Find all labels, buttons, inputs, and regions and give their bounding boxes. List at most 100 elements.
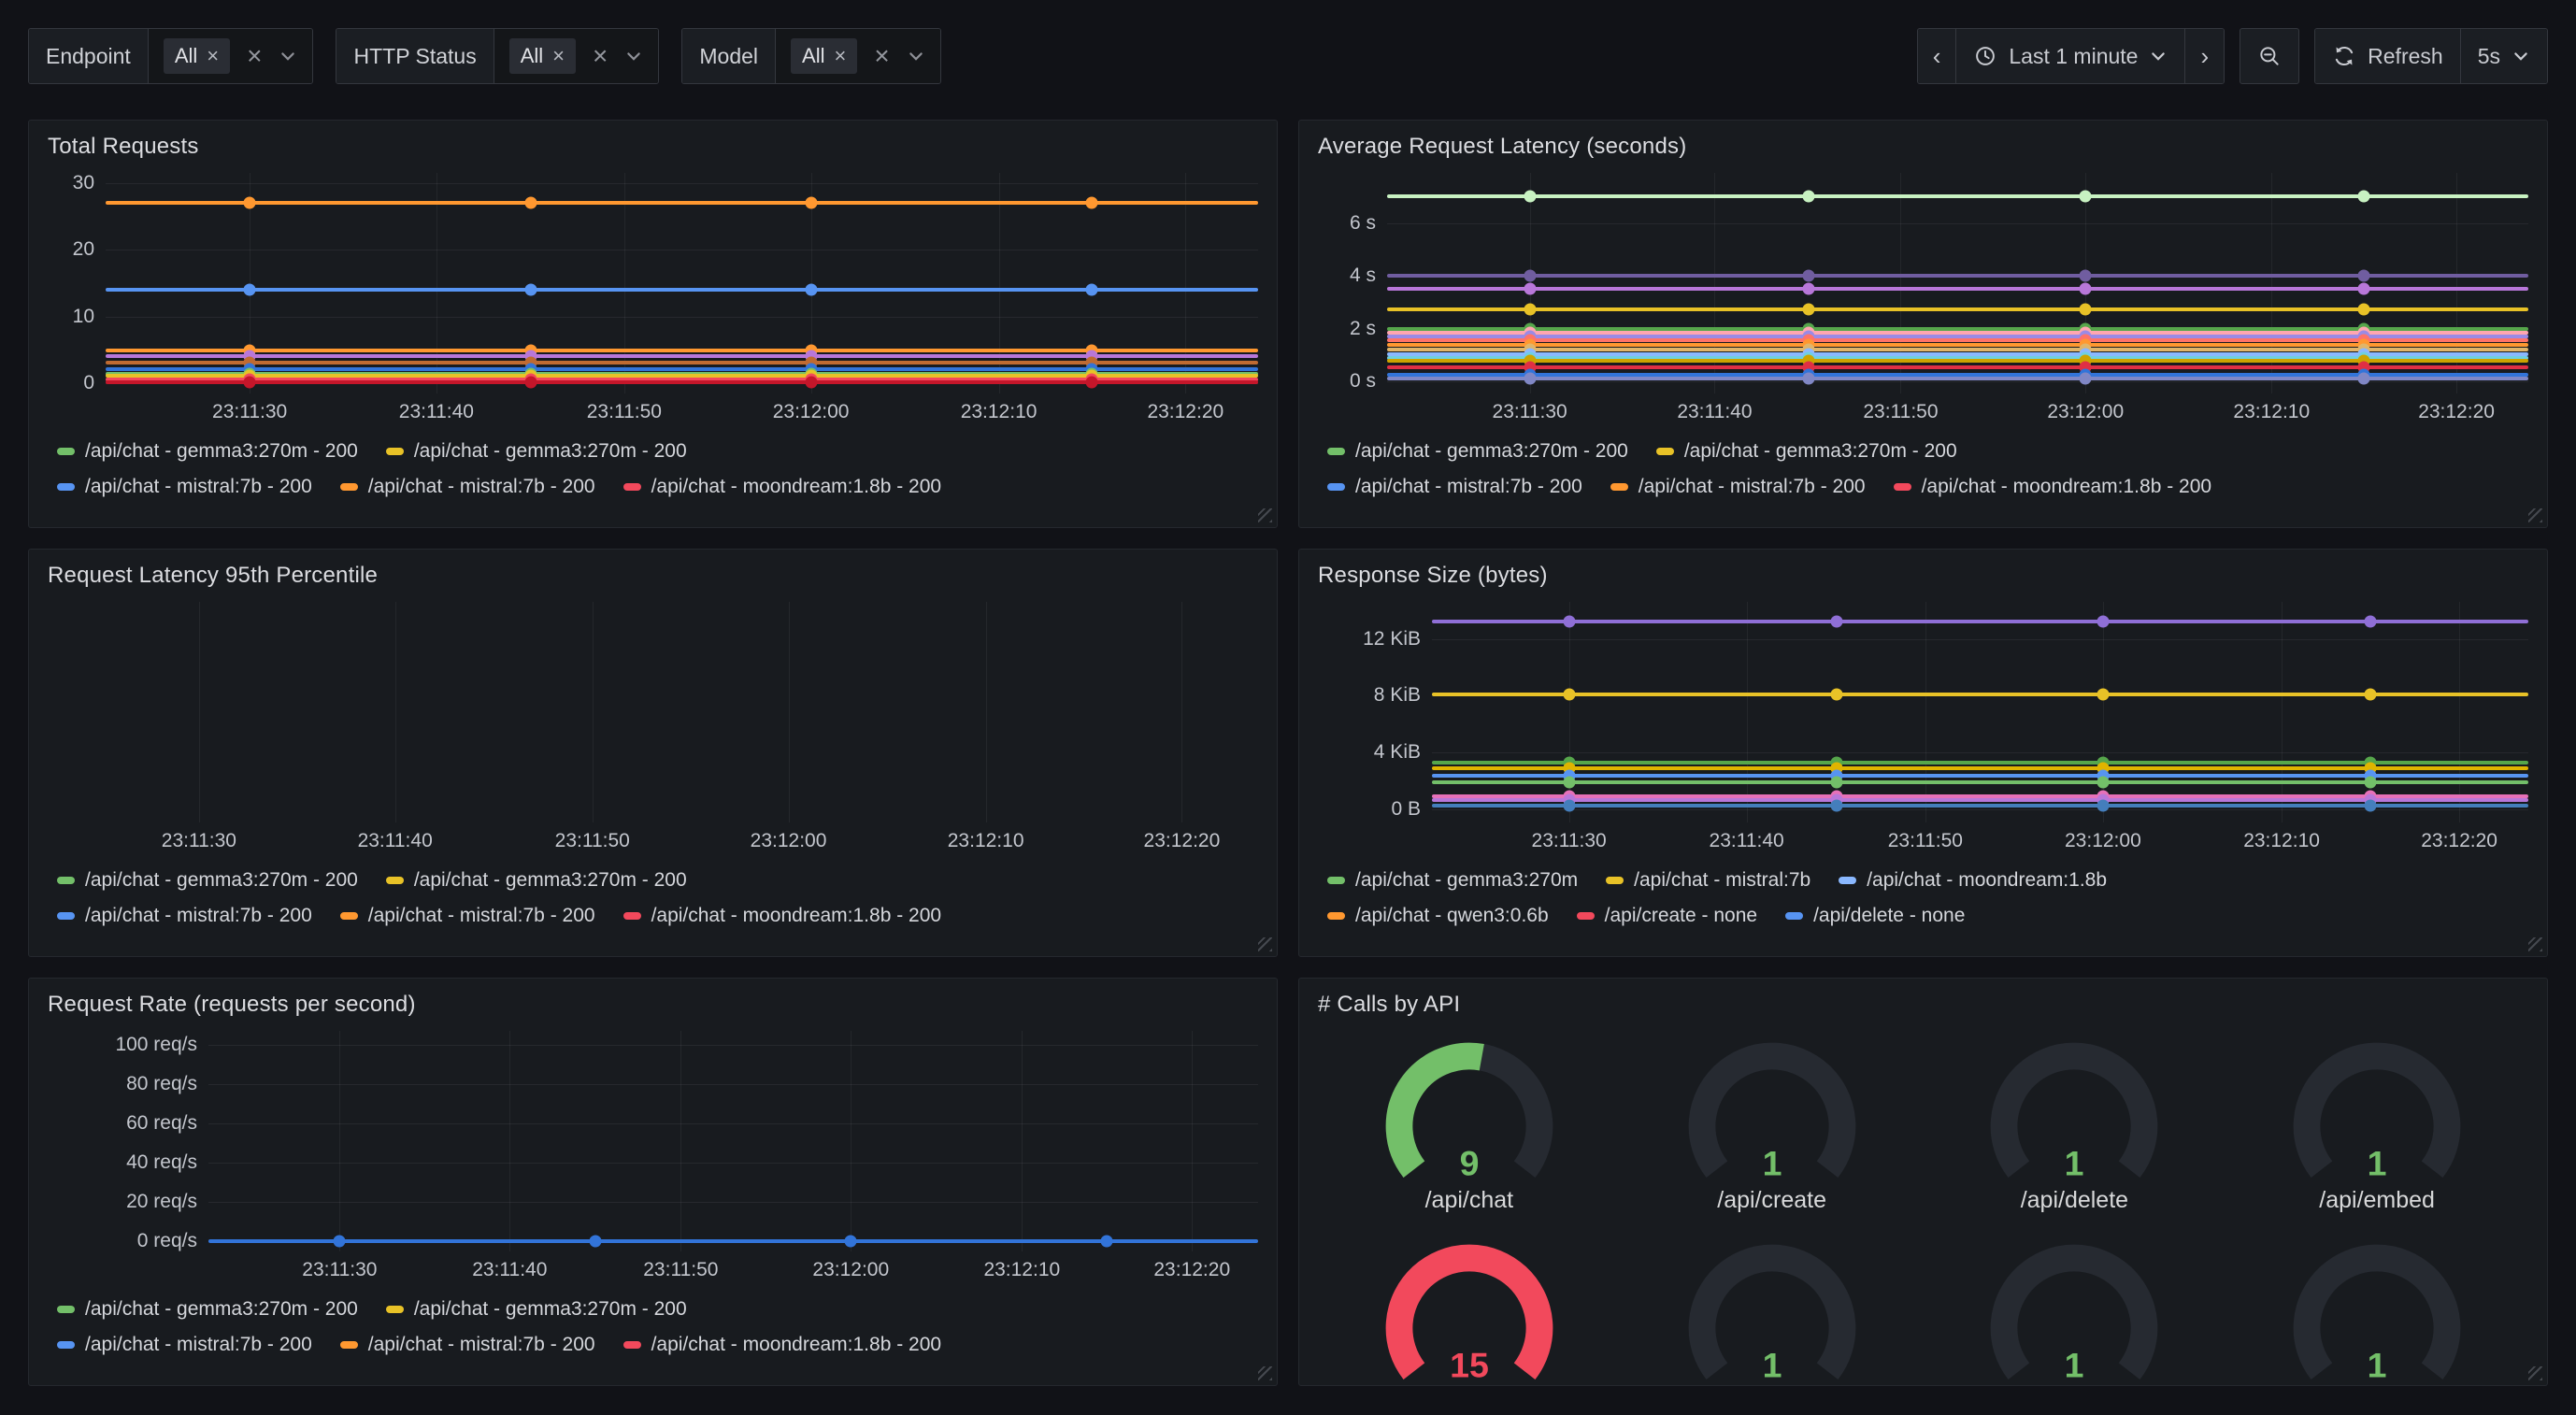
legend-item[interactable]: /api/chat - gemma3:270m - 200 bbox=[57, 1298, 358, 1321]
gauge-arc: 1 bbox=[2266, 1235, 2488, 1386]
plot-canvas bbox=[1432, 602, 2528, 822]
panel-resize-handle[interactable] bbox=[2528, 937, 2542, 951]
series-point bbox=[1086, 197, 1098, 209]
remove-chip-icon[interactable]: × bbox=[207, 46, 219, 66]
legend-marker bbox=[340, 483, 358, 491]
panel-resize-handle[interactable] bbox=[1258, 508, 1272, 522]
timeseries-chart: 0 req/s20 req/s40 req/s60 req/s80 req/s1… bbox=[48, 1031, 1258, 1356]
legend-item[interactable]: /api/chat - gemma3:270m - 200 bbox=[1656, 440, 1957, 463]
legend-item[interactable]: /api/chat - moondream:1.8b - 200 bbox=[1894, 476, 2212, 498]
gauge[interactable]: 15/api/generate bbox=[1318, 1235, 1621, 1386]
legend-item[interactable]: /api/chat - mistral:7b - 200 bbox=[1327, 476, 1582, 498]
legend-item[interactable]: /api/chat - gemma3:270m bbox=[1327, 869, 1578, 892]
chevron-down-icon[interactable] bbox=[624, 47, 643, 65]
legend-item[interactable]: /api/chat - moondream:1.8b - 200 bbox=[623, 905, 942, 927]
filter-value-area[interactable]: All × × bbox=[149, 29, 313, 83]
legend-item[interactable]: /api/chat - gemma3:270m - 200 bbox=[57, 440, 358, 463]
legend-item[interactable]: /api/chat - gemma3:270m - 200 bbox=[386, 1298, 687, 1321]
time-controls: ‹ Last 1 minute › bbox=[1917, 28, 2548, 84]
legend-marker bbox=[1610, 483, 1628, 491]
legend-item[interactable]: /api/chat - mistral:7b - 200 bbox=[340, 476, 595, 498]
grid-line-horizontal bbox=[208, 1084, 1258, 1085]
panel-title[interactable]: Request Latency 95th Percentile bbox=[48, 563, 1258, 589]
legend-row: /api/chat - qwen3:0.6b/api/create - none… bbox=[1327, 905, 2528, 927]
panel-resize-handle[interactable] bbox=[1258, 937, 1272, 951]
gauge[interactable]: 1/api/pull bbox=[1621, 1235, 1924, 1386]
gauge[interactable]: 9/api/chat bbox=[1318, 1033, 1621, 1214]
legend-item[interactable]: /api/chat - gemma3:270m - 200 bbox=[57, 869, 358, 892]
panel-resize-handle[interactable] bbox=[2528, 1366, 2542, 1380]
legend-item[interactable]: /api/chat - mistral:7b - 200 bbox=[57, 476, 312, 498]
x-tick-label: 23:12:10 bbox=[2233, 401, 2310, 423]
filter-chip[interactable]: All × bbox=[164, 38, 230, 74]
chevron-down-icon[interactable] bbox=[907, 47, 925, 65]
gauge-value: 1 bbox=[2368, 1144, 2387, 1183]
panel-resize-handle[interactable] bbox=[1258, 1366, 1272, 1380]
filter-model[interactable]: Model All × × bbox=[681, 28, 940, 84]
legend-item[interactable]: /api/chat - gemma3:270m - 200 bbox=[386, 440, 687, 463]
filter-http-status[interactable]: HTTP Status All × × bbox=[336, 28, 659, 84]
time-shift-back-button[interactable]: ‹ bbox=[1918, 29, 1956, 83]
legend-marker bbox=[386, 448, 404, 455]
x-tick-label: 23:11:40 bbox=[472, 1259, 547, 1281]
panel-title[interactable]: Total Requests bbox=[48, 134, 1258, 160]
clear-filter-icon[interactable]: × bbox=[245, 43, 264, 69]
legend-item[interactable]: /api/chat - mistral:7b - 200 bbox=[57, 905, 312, 927]
legend-item[interactable]: /api/chat - mistral:7b - 200 bbox=[1610, 476, 1866, 498]
gauge[interactable]: 1/api/tags bbox=[2225, 1235, 2528, 1386]
legend-item[interactable]: /api/chat - moondream:1.8b bbox=[1839, 869, 2107, 892]
panel-title[interactable]: Request Rate (requests per second) bbox=[48, 992, 1258, 1018]
legend-item[interactable]: /api/create - none bbox=[1577, 905, 1757, 927]
panel-title[interactable]: Response Size (bytes) bbox=[1318, 563, 2528, 589]
legend-item[interactable]: /api/chat - moondream:1.8b - 200 bbox=[623, 476, 942, 498]
remove-chip-icon[interactable]: × bbox=[552, 46, 565, 66]
y-tick-label: 40 req/s bbox=[126, 1151, 197, 1174]
legend-item[interactable]: /api/chat - mistral:7b - 200 bbox=[57, 1334, 312, 1356]
chevron-down-icon[interactable] bbox=[279, 47, 297, 65]
clear-filter-icon[interactable]: × bbox=[591, 43, 609, 69]
filter-chip[interactable]: All × bbox=[509, 38, 576, 74]
plot-canvas bbox=[48, 602, 1258, 822]
legend-item[interactable]: /api/chat - mistral:7b - 200 bbox=[340, 1334, 595, 1356]
legend-item[interactable]: /api/delete - none bbox=[1785, 905, 1965, 927]
legend-item[interactable]: /api/chat - qwen3:0.6b bbox=[1327, 905, 1549, 927]
panel-average-latency: Average Request Latency (seconds) 0 s2 s… bbox=[1298, 120, 2548, 528]
filter-value-area[interactable]: All × × bbox=[494, 29, 659, 83]
panel-resize-handle[interactable] bbox=[2528, 508, 2542, 522]
gauge-arc: 15 bbox=[1358, 1235, 1581, 1386]
remove-chip-icon[interactable]: × bbox=[835, 46, 847, 66]
legend-item[interactable]: /api/chat - mistral:7b bbox=[1606, 869, 1810, 892]
panel-title[interactable]: Average Request Latency (seconds) bbox=[1318, 134, 2528, 160]
grid-line-horizontal bbox=[106, 183, 1258, 184]
legend: /api/chat - gemma3:270m - 200/api/chat -… bbox=[48, 440, 1258, 498]
gauge[interactable]: 1/api/create bbox=[1621, 1033, 1924, 1214]
series-point bbox=[2365, 777, 2377, 789]
legend-item[interactable]: /api/chat - moondream:1.8b - 200 bbox=[623, 1334, 942, 1356]
time-shift-forward-button[interactable]: › bbox=[2184, 29, 2224, 83]
series-point bbox=[1524, 283, 1536, 295]
filter-endpoint[interactable]: Endpoint All × × bbox=[28, 28, 313, 84]
refresh-interval-button[interactable]: 5s bbox=[2460, 29, 2547, 83]
gauge-label: /api/embed bbox=[2319, 1187, 2435, 1214]
filter-chip[interactable]: All × bbox=[791, 38, 857, 74]
filter-value-area[interactable]: All × × bbox=[776, 29, 940, 83]
series-point bbox=[2358, 303, 2370, 315]
series-point bbox=[805, 377, 817, 389]
refresh-button[interactable]: Refresh bbox=[2315, 29, 2460, 83]
gauge[interactable]: 1/api/show bbox=[1924, 1235, 2226, 1386]
legend-item[interactable]: /api/chat - gemma3:270m - 200 bbox=[386, 869, 687, 892]
gauge[interactable]: 1/api/delete bbox=[1924, 1033, 2226, 1214]
panel-title[interactable]: # Calls by API bbox=[1318, 992, 2528, 1018]
series-point bbox=[1524, 303, 1536, 315]
gauge[interactable]: 1/api/embed bbox=[2225, 1033, 2528, 1214]
grid-line-vertical bbox=[2282, 602, 2283, 822]
x-tick-label: 23:12:00 bbox=[773, 401, 850, 423]
time-range-button[interactable]: Last 1 minute bbox=[1955, 29, 2184, 83]
clear-filter-icon[interactable]: × bbox=[872, 43, 891, 69]
zoom-out-button[interactable] bbox=[2240, 28, 2299, 84]
filter-bar: Endpoint All × × HTTP Status All × bbox=[28, 28, 941, 84]
grid-line-vertical bbox=[1181, 602, 1182, 822]
legend-item[interactable]: /api/chat - gemma3:270m - 200 bbox=[1327, 440, 1628, 463]
grid-line-vertical bbox=[1925, 602, 1926, 822]
legend-item[interactable]: /api/chat - mistral:7b - 200 bbox=[340, 905, 595, 927]
